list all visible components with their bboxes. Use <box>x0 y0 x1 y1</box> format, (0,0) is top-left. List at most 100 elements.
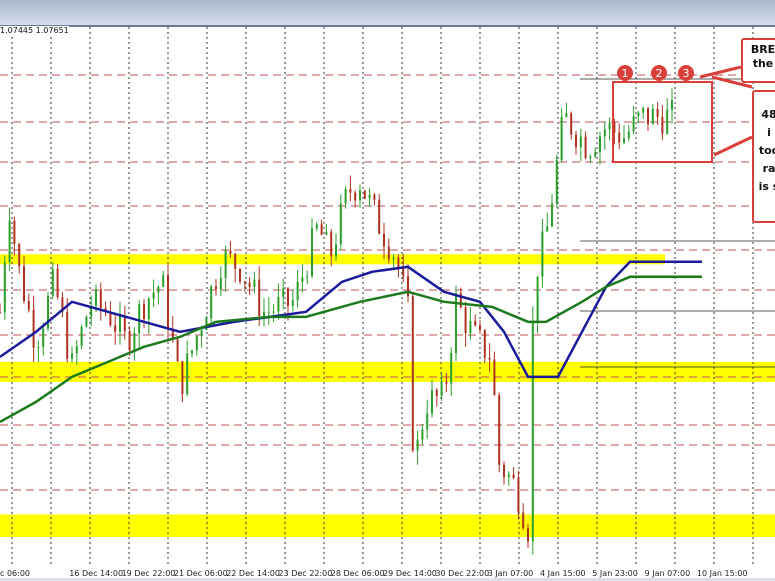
candle-body <box>224 250 227 278</box>
candle-body <box>80 326 83 346</box>
candle-body <box>498 394 501 465</box>
candle-body <box>479 325 481 330</box>
candle-body <box>215 286 217 290</box>
candle-body <box>411 296 414 451</box>
x-tick-label: 5 Jan 23:00 <box>592 569 638 578</box>
candle-body <box>248 282 251 287</box>
candle-body <box>647 107 649 125</box>
candle-body <box>291 300 294 306</box>
candle-body <box>219 277 222 290</box>
candle-body <box>258 279 261 317</box>
candle-body <box>474 320 477 326</box>
support-zone <box>0 254 665 265</box>
candle-body <box>109 312 112 326</box>
candle-body <box>272 311 275 313</box>
candle-body <box>594 152 597 157</box>
candle-body <box>349 188 352 193</box>
candle-body <box>623 138 625 143</box>
candle-body <box>71 353 73 359</box>
candle-body <box>306 276 309 278</box>
callout-break: BRE the <box>741 38 775 83</box>
candle-body <box>575 134 577 148</box>
candle-body <box>147 298 150 320</box>
candle-body <box>493 359 496 395</box>
candle-body <box>234 253 237 270</box>
x-tick-label: 28 Dec 06:00 <box>330 569 385 578</box>
candle-body <box>402 268 405 277</box>
candle-body <box>359 190 361 201</box>
window-titlebar <box>0 0 775 27</box>
candle-body <box>383 233 385 247</box>
candle-body <box>378 199 381 234</box>
candle-body <box>392 257 395 260</box>
candle-body <box>23 266 25 302</box>
support-zone <box>0 514 775 537</box>
x-tick-label: 16 Dec 14:00 <box>69 569 124 578</box>
ohlc-readout: 1.07445 1.07651 <box>0 26 69 35</box>
candle-body <box>32 309 35 348</box>
candle-body <box>656 108 659 117</box>
candle-body <box>522 512 525 529</box>
candle-body <box>195 335 198 351</box>
candle-body <box>584 136 587 159</box>
candle-body <box>27 301 30 310</box>
candle-body <box>229 250 232 254</box>
marker-label: 3 <box>683 67 690 80</box>
candle-body <box>56 268 59 298</box>
candle-body <box>162 274 165 287</box>
callout-line: ra <box>762 162 775 175</box>
candle-body <box>363 190 366 199</box>
candle-body <box>445 381 448 384</box>
candle-body <box>671 100 673 110</box>
candle-body <box>637 112 640 117</box>
callout-arrow <box>713 135 753 157</box>
candle-body <box>330 231 333 257</box>
candle-body <box>344 188 347 204</box>
callout-line: is s <box>758 180 775 193</box>
candle-body <box>267 311 270 313</box>
marker-label: 1 <box>622 67 629 80</box>
candle-body <box>431 390 433 414</box>
candle-body <box>666 109 669 134</box>
candle-body <box>416 439 419 451</box>
x-tick-label: 9 Jan 07:00 <box>644 569 691 578</box>
candle-body <box>488 357 491 360</box>
candle-body <box>315 224 318 229</box>
x-tick-label: 4 Jan 15:00 <box>540 569 586 578</box>
x-tick-label: 19 Dec 22:00 <box>121 569 176 578</box>
candle-body <box>152 292 155 299</box>
candle-body <box>200 330 203 336</box>
candle-body <box>335 244 337 257</box>
x-tick-label: 30 Dec 22:00 <box>435 569 490 578</box>
candle-body <box>8 220 11 263</box>
x-tick-label: 21 Dec 06:00 <box>173 569 228 578</box>
candle-body <box>320 224 323 235</box>
callout-line: BRE <box>750 43 775 56</box>
candle-body <box>85 316 88 327</box>
candle-body <box>503 464 505 477</box>
candle-body <box>512 474 515 478</box>
candle-body <box>642 107 645 113</box>
candle-body <box>531 320 534 542</box>
candle-body <box>282 288 285 297</box>
candle-body <box>354 192 357 201</box>
price-chart: 1 2 3 <box>0 27 775 565</box>
marker-label: 2 <box>656 67 663 80</box>
candle-body <box>128 331 131 351</box>
candle-body <box>368 194 371 199</box>
candle-body <box>191 350 193 354</box>
callout-range: 48 i too ra is s <box>752 90 775 223</box>
callout-line: i <box>767 126 771 139</box>
candle-body <box>570 113 573 135</box>
candle-body <box>651 108 654 125</box>
candle-body <box>239 269 241 282</box>
candle-body <box>527 528 529 542</box>
x-tick-label: c 06:00 <box>0 569 30 578</box>
candle-body <box>541 231 544 277</box>
candle-body <box>440 381 443 396</box>
candle-body <box>464 307 467 334</box>
candle-body <box>66 311 69 359</box>
candle-body <box>157 286 160 293</box>
candle-body <box>632 116 635 132</box>
candle-body <box>373 194 376 200</box>
